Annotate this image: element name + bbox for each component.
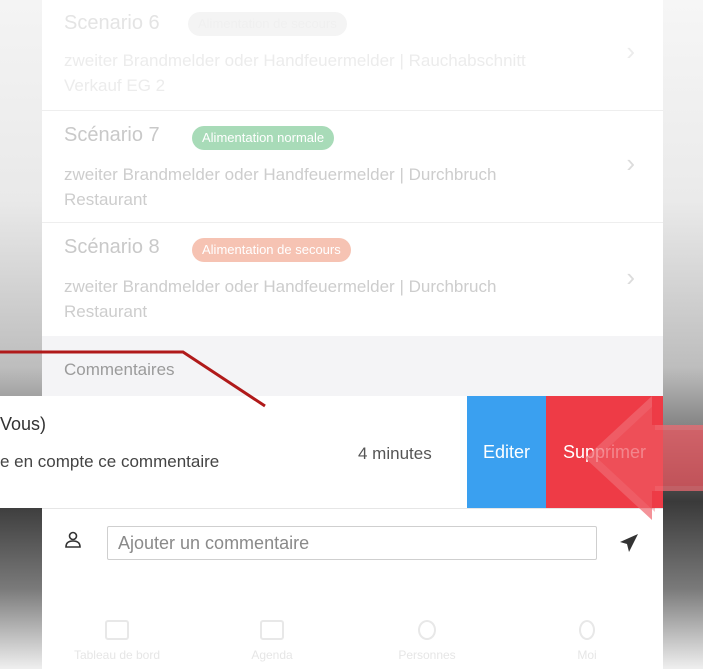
tab-agenda[interactable]: Agenda xyxy=(217,620,327,662)
chevron-right-icon: › xyxy=(626,36,635,66)
comment-author: Vous) xyxy=(0,414,47,434)
right-backdrop xyxy=(663,0,703,669)
left-backdrop xyxy=(0,0,42,669)
comment-composer xyxy=(42,509,663,575)
scenario-badge: Alimentation normale xyxy=(192,126,335,150)
edit-button[interactable]: Editer xyxy=(467,396,546,508)
comment-text: e en compte ce commentaire xyxy=(0,452,220,471)
comment-input[interactable] xyxy=(107,526,597,560)
comments-section-header: Commentaires xyxy=(42,336,663,396)
user-icon xyxy=(579,620,595,640)
tab-label: Moi xyxy=(577,648,597,662)
people-icon xyxy=(418,620,436,640)
comment-item[interactable]: Vous) e en compte ce commentaire 4 minut… xyxy=(0,396,663,508)
scenario-badge: Alimentation de secours xyxy=(188,12,347,36)
chevron-right-icon: › xyxy=(626,262,635,292)
tab-people[interactable]: Personnes xyxy=(372,620,482,662)
scenario-description: zweiter Brandmelder oder Handfeuermelder… xyxy=(64,51,526,95)
app-screen: Scenario 6 Alimentation de secours zweit… xyxy=(42,0,663,669)
tab-label: Personnes xyxy=(398,648,456,662)
tab-label: Agenda xyxy=(251,648,293,662)
comment-time: 4 minutes xyxy=(358,444,432,463)
scenario-description: zweiter Brandmelder oder Handfeuermelder… xyxy=(64,165,497,209)
tab-label: Tableau de bord xyxy=(73,648,161,662)
tab-me[interactable]: Moi xyxy=(532,620,642,662)
delete-button[interactable]: Supprimer xyxy=(546,396,663,508)
comments-heading: Commentaires xyxy=(64,360,175,379)
chevron-right-icon: › xyxy=(626,148,635,178)
send-icon[interactable] xyxy=(618,532,640,554)
scenario-item[interactable]: Scenario 6 Alimentation de secours zweit… xyxy=(42,0,663,111)
bottom-tab-bar: Tableau de bord Agenda Personnes Moi xyxy=(42,612,663,669)
scenario-description: zweiter Brandmelder oder Handfeuermelder… xyxy=(64,277,497,321)
dashboard-icon xyxy=(105,620,129,640)
user-icon xyxy=(65,531,81,548)
scenario-title: Scénario 7 xyxy=(64,124,160,146)
scenario-item[interactable]: Scénario 8 Alimentation de secours zweit… xyxy=(42,222,663,336)
scenario-title: Scénario 8 xyxy=(64,236,160,258)
scenario-title: Scenario 6 xyxy=(64,12,160,34)
scenario-badge: Alimentation de secours xyxy=(192,238,351,262)
calendar-icon xyxy=(260,620,284,640)
scenario-item[interactable]: Scénario 7 Alimentation normale zweiter … xyxy=(42,110,663,223)
tab-dashboard[interactable]: Tableau de bord xyxy=(62,620,172,662)
